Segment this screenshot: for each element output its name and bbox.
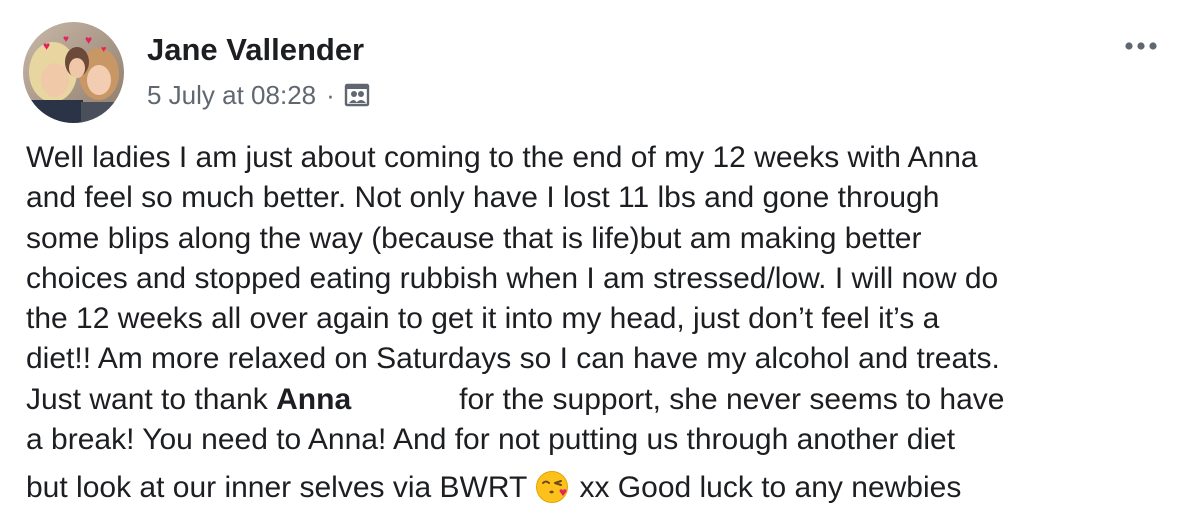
post-line: but look at our inner selves via BWRT xx… — [26, 468, 1166, 508]
post-line: Just want to thank Anna for the support, … — [26, 380, 1166, 420]
svg-text:♥: ♥ — [43, 39, 50, 53]
post-line: Well ladies I am just about coming to th… — [26, 141, 978, 174]
avatar-photo: ♥ ♥ ♥ ♥ — [23, 22, 124, 123]
post-line: a break! You need to Anna! And for not p… — [26, 423, 956, 457]
tagged-user-link[interactable]: Anna — [276, 383, 351, 416]
svg-text:♥: ♥ — [85, 33, 92, 47]
author-name[interactable]: Jane Vallender — [147, 30, 364, 70]
post-line: some blips along the way (because that i… — [26, 221, 922, 255]
svg-text:♥: ♥ — [101, 44, 106, 54]
post-line: diet!! Am more relaxed on Saturdays so I… — [26, 342, 1000, 376]
more-options-icon[interactable] — [1123, 36, 1159, 56]
post-meta: 5 July at 08:28 · — [147, 78, 371, 112]
post-text-segment: but look at our inner selves via BWRT — [26, 471, 536, 505]
face-throwing-kiss-emoji — [535, 470, 569, 504]
post-timestamp[interactable]: 5 July at 08:28 — [147, 78, 316, 112]
post-line: choices and stopped eating rubbish when … — [26, 261, 999, 295]
post-line: and feel so much better. Not only have I… — [26, 181, 940, 215]
post-text-segment: xx Good luck to any newbies — [571, 471, 962, 505]
group-photo-icon[interactable] — [343, 81, 371, 109]
post-text-segment: Just want to thank — [26, 382, 277, 416]
post-body: Well ladies I am just about coming to th… — [26, 138, 1166, 509]
post-text-segment: for the support, she never seems to have — [459, 382, 1005, 416]
post-line: the 12 weeks all over again to get it in… — [26, 302, 940, 336]
avatar[interactable]: ♥ ♥ ♥ ♥ — [23, 22, 124, 123]
meta-separator: · — [326, 80, 335, 110]
svg-text:♥: ♥ — [63, 34, 69, 45]
